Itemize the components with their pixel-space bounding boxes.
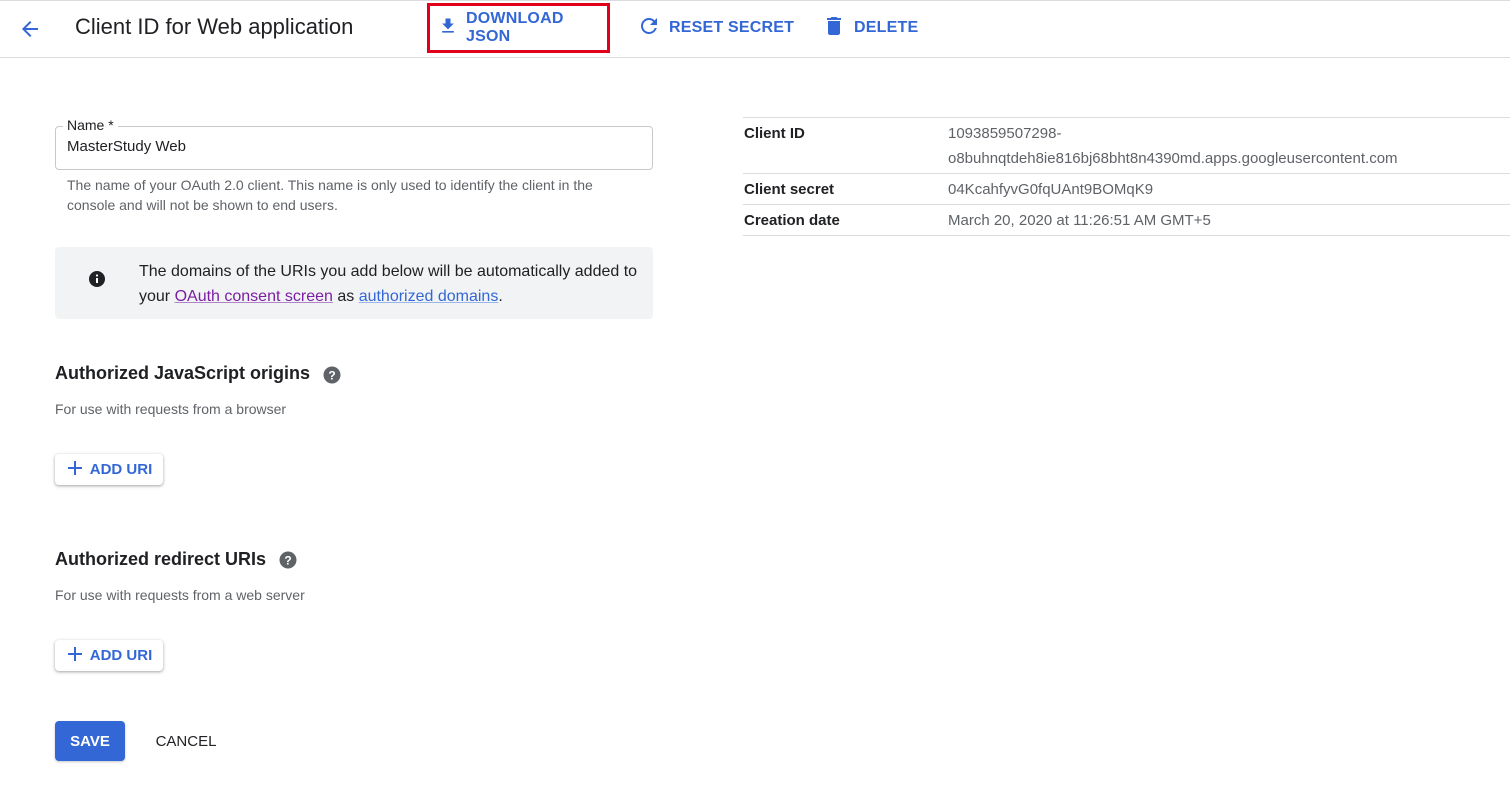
download-icon xyxy=(438,16,458,41)
page-title: Client ID for Web application xyxy=(75,14,354,39)
svg-text:?: ? xyxy=(284,554,291,568)
client-id-value-line2: o8buhnqtdeh8ie816bj68bht8n4390md.apps.go… xyxy=(948,150,1398,167)
help-icon[interactable]: ? xyxy=(323,366,341,384)
delete-label: DELETE xyxy=(854,19,919,36)
name-field-label: Name * xyxy=(63,117,118,133)
redirect-uris-subtitle: For use with requests from a web server xyxy=(55,587,305,603)
plus-icon xyxy=(66,459,84,481)
client-secret-label: Client secret xyxy=(744,181,835,198)
add-uri-label: ADD URI xyxy=(89,461,153,478)
authorized-domains-link[interactable]: authorized domains xyxy=(359,288,499,305)
client-secret-value: 04KcahfyvG0fqUAnt9BOMqK9 xyxy=(948,181,1154,198)
reset-secret-button[interactable]: RESET SECRET xyxy=(637,3,794,53)
back-arrow-icon[interactable] xyxy=(14,13,46,45)
client-id-value: 1093859507298- o8buhnqtdeh8ie816bj68bht8… xyxy=(948,118,1510,173)
cancel-button[interactable]: CANCEL xyxy=(147,721,225,761)
creation-date-row: Creation date March 20, 2020 at 11:26:51… xyxy=(743,205,1510,236)
name-field-hint: The name of your OAuth 2.0 client. This … xyxy=(67,177,593,213)
info-banner-text: The domains of the URIs you add below wi… xyxy=(139,259,639,309)
js-origins-title: Authorized JavaScript origins xyxy=(55,363,311,383)
creation-date-value: March 20, 2020 at 11:26:51 AM GMT+5 xyxy=(948,212,1211,229)
client-id-label: Client ID xyxy=(744,125,805,142)
name-input[interactable] xyxy=(67,138,637,155)
download-json-button[interactable]: DOWNLOAD JSON xyxy=(427,3,610,53)
creation-date-label: Creation date xyxy=(744,212,840,229)
add-js-origin-uri-button[interactable]: ADD URI xyxy=(55,454,163,485)
client-id-row: Client ID 1093859507298- o8buhnqtdeh8ie8… xyxy=(743,118,1510,174)
client-details-table: Client ID 1093859507298- o8buhnqtdeh8ie8… xyxy=(743,117,1510,236)
add-uri-label: ADD URI xyxy=(89,647,153,664)
add-redirect-uri-button[interactable]: ADD URI xyxy=(55,640,163,671)
info-icon xyxy=(88,270,106,288)
help-icon[interactable]: ? xyxy=(279,551,297,569)
download-json-label: DOWNLOAD JSON xyxy=(466,10,564,45)
oauth-consent-screen-link[interactable]: OAuth consent screen xyxy=(175,288,333,305)
info-text-middle: as xyxy=(332,288,359,305)
top-action-bar: Client ID for Web application DOWNLOAD J… xyxy=(0,0,1510,58)
plus-icon xyxy=(66,645,84,667)
svg-text:?: ? xyxy=(328,369,335,383)
info-text-after: . xyxy=(498,288,503,305)
redirect-uris-title: Authorized redirect URIs xyxy=(55,549,267,569)
client-secret-row: Client secret 04KcahfyvG0fqUAnt9BOMqK9 xyxy=(743,174,1510,205)
js-origins-subtitle: For use with requests from a browser xyxy=(55,401,287,417)
trash-icon xyxy=(822,14,846,43)
refresh-icon xyxy=(637,14,661,43)
client-id-value-line1: 1093859507298- xyxy=(948,125,1062,142)
save-button[interactable]: SAVE xyxy=(55,721,125,761)
reset-secret-label: RESET SECRET xyxy=(669,19,795,36)
delete-button[interactable]: DELETE xyxy=(822,3,918,53)
